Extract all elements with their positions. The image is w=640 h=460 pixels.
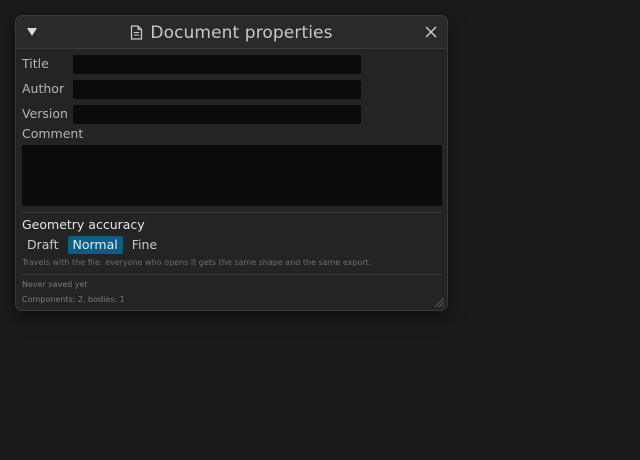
component-count: Components: 2, bodies: 1 — [22, 295, 125, 304]
version-field[interactable] — [73, 105, 361, 124]
version-label: Version — [22, 106, 68, 121]
divider — [22, 212, 442, 213]
resize-grip-icon[interactable] — [433, 296, 445, 308]
divider — [22, 274, 442, 275]
comment-field[interactable] — [22, 145, 442, 206]
author-field[interactable] — [73, 80, 361, 99]
title-label: Title — [22, 56, 49, 71]
author-label: Author — [22, 81, 65, 96]
close-icon[interactable] — [424, 25, 438, 39]
accuracy-option-normal[interactable]: Normal — [67, 236, 123, 254]
accuracy-option-fine[interactable]: Fine — [127, 236, 162, 254]
geometry-accuracy-hint: Travels with the file: everyone who open… — [22, 258, 372, 267]
document-icon — [130, 25, 143, 40]
accuracy-option-draft[interactable]: Draft — [22, 236, 64, 254]
geometry-accuracy-heading: Geometry accuracy — [22, 217, 145, 232]
document-properties-window: Document properties Title Author Version… — [15, 15, 448, 311]
triangle-down-icon[interactable] — [25, 25, 39, 39]
window-title: Document properties — [150, 22, 333, 43]
window-titlebar[interactable]: Document properties — [16, 16, 447, 49]
save-status: Never saved yet — [22, 280, 88, 289]
title-field[interactable] — [73, 55, 361, 74]
geometry-accuracy-selector: Draft Normal Fine — [22, 236, 162, 254]
comment-label: Comment — [22, 126, 84, 141]
